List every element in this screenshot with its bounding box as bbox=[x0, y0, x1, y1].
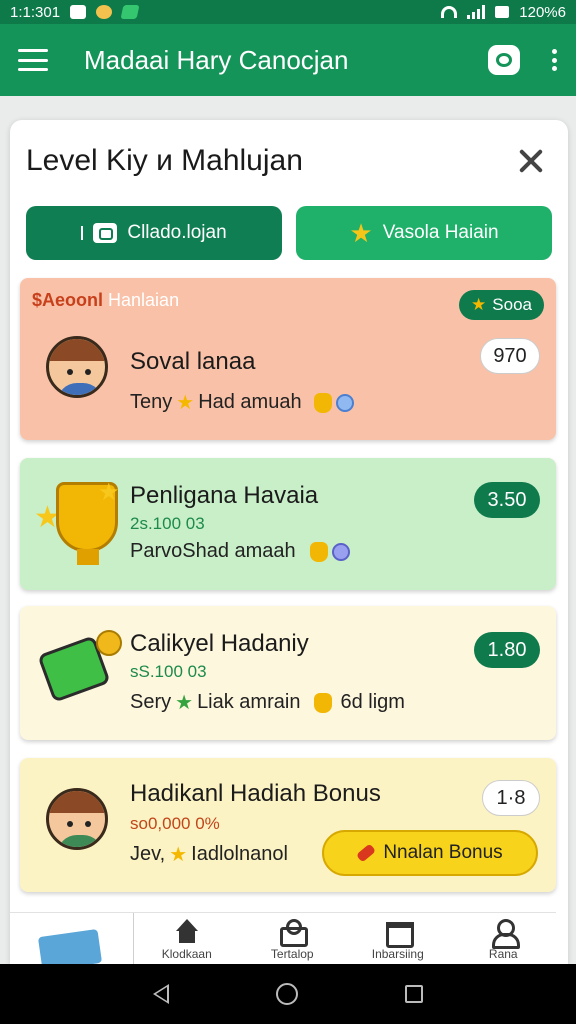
card-value: 970 bbox=[480, 338, 540, 374]
tab-rewards-label: Vasola Haiain bbox=[382, 222, 499, 243]
card-description-text: Sery bbox=[130, 691, 172, 713]
home-icon bbox=[173, 918, 201, 945]
star-icon: ★ bbox=[175, 692, 194, 714]
wifi-icon bbox=[441, 6, 458, 18]
card-description-text: Jev, bbox=[130, 843, 166, 865]
tab-rewards[interactable]: ★ Vasola Haiain bbox=[296, 206, 552, 260]
nav-item-home[interactable]: Klodkaan bbox=[134, 913, 240, 965]
card-description-extra: 6d ligm bbox=[340, 691, 405, 713]
reward-card[interactable]: ★ ★ Penligana Havaia 2ѕ.100 03 ParvoShad… bbox=[20, 458, 556, 590]
bottom-nav: Klodkaan Tertalop Inbarsiing Rana bbox=[10, 912, 557, 971]
back-icon[interactable] bbox=[153, 984, 170, 1004]
star-icon: ★ bbox=[471, 295, 487, 314]
nav-item-profile[interactable]: Rana bbox=[451, 913, 557, 965]
avatar bbox=[46, 788, 108, 850]
card-value: 3.50 bbox=[474, 482, 540, 518]
calendar-icon bbox=[384, 919, 414, 948]
card-header-prefix: $Aeoonl bbox=[32, 290, 104, 310]
reward-card[interactable]: Hadikanl Hadiah Bonus ѕo0,000 0% Jev, ★ … bbox=[20, 758, 556, 892]
card-name: Calikyel Hadaniy bbox=[130, 630, 309, 657]
card-amount: ѕo0,000 0% bbox=[130, 814, 220, 833]
battery-level: 120%6 bbox=[519, 3, 566, 21]
reward-card[interactable]: Calikyel Hadaniy ѕS.100 03 Sery ★ Liak a… bbox=[20, 606, 556, 740]
card-description: Sery ★ Liak amrain 6d ligm bbox=[130, 690, 405, 715]
dialog-title: Level Kiy и Mahlujan bbox=[26, 144, 303, 177]
tab-collection-label: Cllado.lojan bbox=[127, 222, 227, 243]
more-options-icon[interactable] bbox=[552, 49, 558, 71]
app-title: Madaai Hary Canocjan bbox=[84, 44, 349, 75]
card-description: Jev, ★ Iadlolnanol bbox=[130, 842, 288, 867]
claim-bonus-button[interactable]: Nnalan Bonus bbox=[322, 830, 538, 876]
star-icon: ★ bbox=[349, 218, 373, 248]
reward-card[interactable]: $Aeoonl Hanlaian ★ Sooa Soval lanaa Teny… bbox=[20, 278, 556, 440]
nav-label: Tertalop bbox=[270, 946, 314, 961]
card-name: Hadikanl Hadiah Bonus bbox=[130, 780, 381, 807]
star-icon: ★ bbox=[176, 392, 195, 414]
card-description: ParvoShad amaah bbox=[130, 540, 350, 563]
nav-label: Klodkaan bbox=[161, 946, 212, 961]
card-description-text: Teny bbox=[130, 391, 173, 413]
card-description-text: ParvoShad amaah bbox=[130, 540, 296, 562]
nav-item-calendar[interactable]: Inbarsiing bbox=[345, 913, 451, 965]
status-badge: ★ Sooa bbox=[459, 290, 544, 320]
battery-icon bbox=[495, 6, 510, 18]
money-bag-icon bbox=[314, 692, 333, 713]
notification-icon bbox=[70, 5, 87, 19]
card-description-rest: Iadlolnanol bbox=[191, 843, 288, 865]
close-icon[interactable] bbox=[514, 144, 548, 178]
rocket-icon bbox=[356, 843, 377, 863]
level-dialog: Level Kiy и Mahlujan Cllado.lojan ★ Vaso… bbox=[10, 120, 568, 964]
card-header-suffix: Hanlaian bbox=[108, 290, 180, 310]
nav-label: Inbarsiing bbox=[371, 946, 424, 961]
card-name: Soval lanaa bbox=[130, 348, 256, 375]
status-badge-text: Sooa bbox=[492, 295, 532, 314]
home-circle-icon[interactable] bbox=[275, 983, 298, 1005]
signal-icon bbox=[467, 5, 486, 19]
card-description-rest: Liak amrain bbox=[197, 691, 301, 713]
system-nav-bar bbox=[0, 964, 576, 1024]
card-description-rest: Had amuah bbox=[198, 391, 302, 413]
card-amount: ѕS.100 03 bbox=[130, 662, 207, 681]
card-name: Penligana Havaia bbox=[130, 482, 319, 509]
badge-icon bbox=[335, 393, 354, 412]
nav-item-basket[interactable]: Tertalop bbox=[240, 913, 346, 965]
star-icon: ★ bbox=[169, 844, 188, 866]
tab-separator bbox=[81, 226, 84, 240]
flag-notification-icon bbox=[120, 5, 140, 19]
promo-thumbnail[interactable] bbox=[10, 912, 134, 971]
money-bag-icon bbox=[313, 392, 332, 413]
card-value: 1.80 bbox=[474, 632, 540, 668]
avatar bbox=[46, 336, 108, 398]
tab-collection[interactable]: Cllado.lojan bbox=[26, 206, 282, 260]
wallet-icon bbox=[93, 223, 118, 243]
card-amount: 2ѕ.100 03 bbox=[130, 514, 205, 533]
claim-bonus-label: Nnalan Bonus bbox=[383, 842, 503, 863]
menu-icon[interactable] bbox=[18, 49, 48, 71]
chat-icon[interactable] bbox=[488, 45, 520, 75]
nav-label: Rana bbox=[488, 946, 518, 961]
star-icon: ★ bbox=[98, 479, 120, 506]
recent-apps-icon[interactable] bbox=[404, 985, 423, 1003]
coin-notification-icon bbox=[96, 5, 113, 19]
card-description: Teny ★ Had amuah bbox=[130, 390, 354, 415]
coin-icon bbox=[96, 630, 122, 656]
app-bar: Madaai Hary Canocjan bbox=[0, 24, 576, 96]
basket-icon bbox=[278, 918, 309, 947]
user-icon bbox=[489, 918, 521, 949]
badge-icon bbox=[331, 542, 350, 561]
status-bar: 1:1:301 120%6 bbox=[0, 0, 576, 24]
money-bag-icon bbox=[309, 541, 328, 562]
status-time: 1:1:301 bbox=[10, 3, 61, 21]
card-value: 1·8 bbox=[482, 780, 540, 816]
card-header-label: $Aeoonl Hanlaian bbox=[32, 290, 179, 311]
